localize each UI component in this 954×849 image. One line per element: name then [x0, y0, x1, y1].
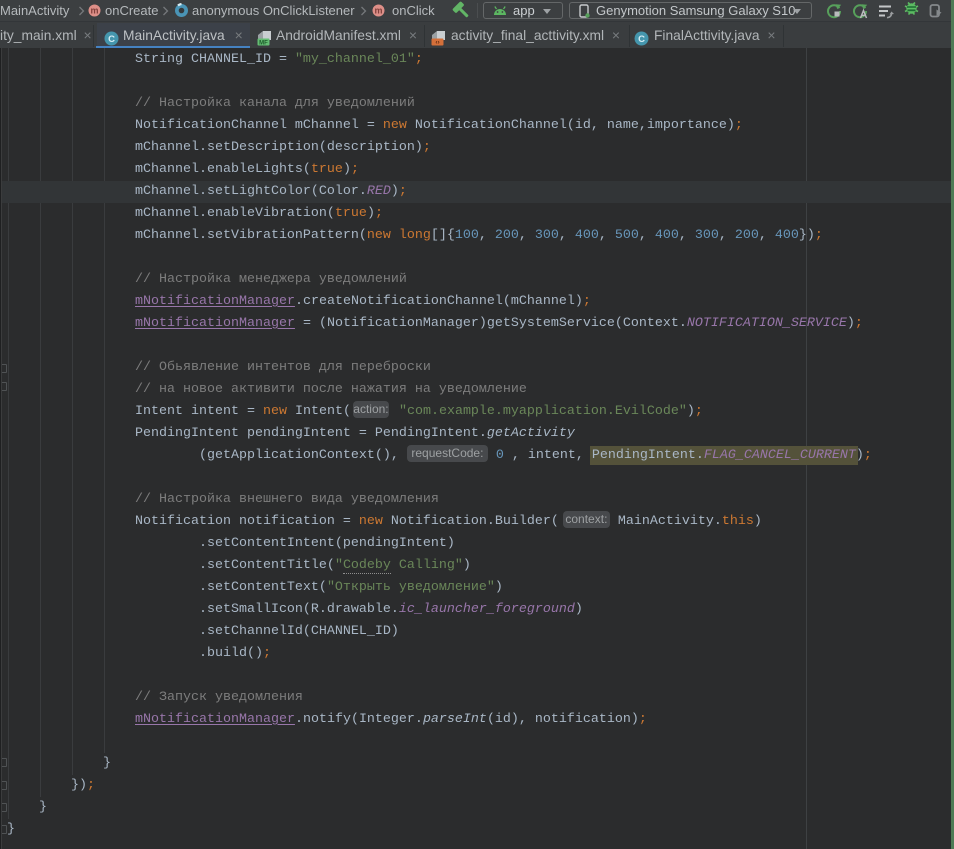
- svg-text:MF: MF: [259, 40, 268, 46]
- svg-text:C: C: [108, 34, 115, 45]
- svg-text:C: C: [638, 34, 645, 45]
- svg-text:‹›: ‹›: [435, 39, 439, 46]
- svg-text:m: m: [374, 6, 382, 16]
- svg-text:m: m: [90, 6, 98, 16]
